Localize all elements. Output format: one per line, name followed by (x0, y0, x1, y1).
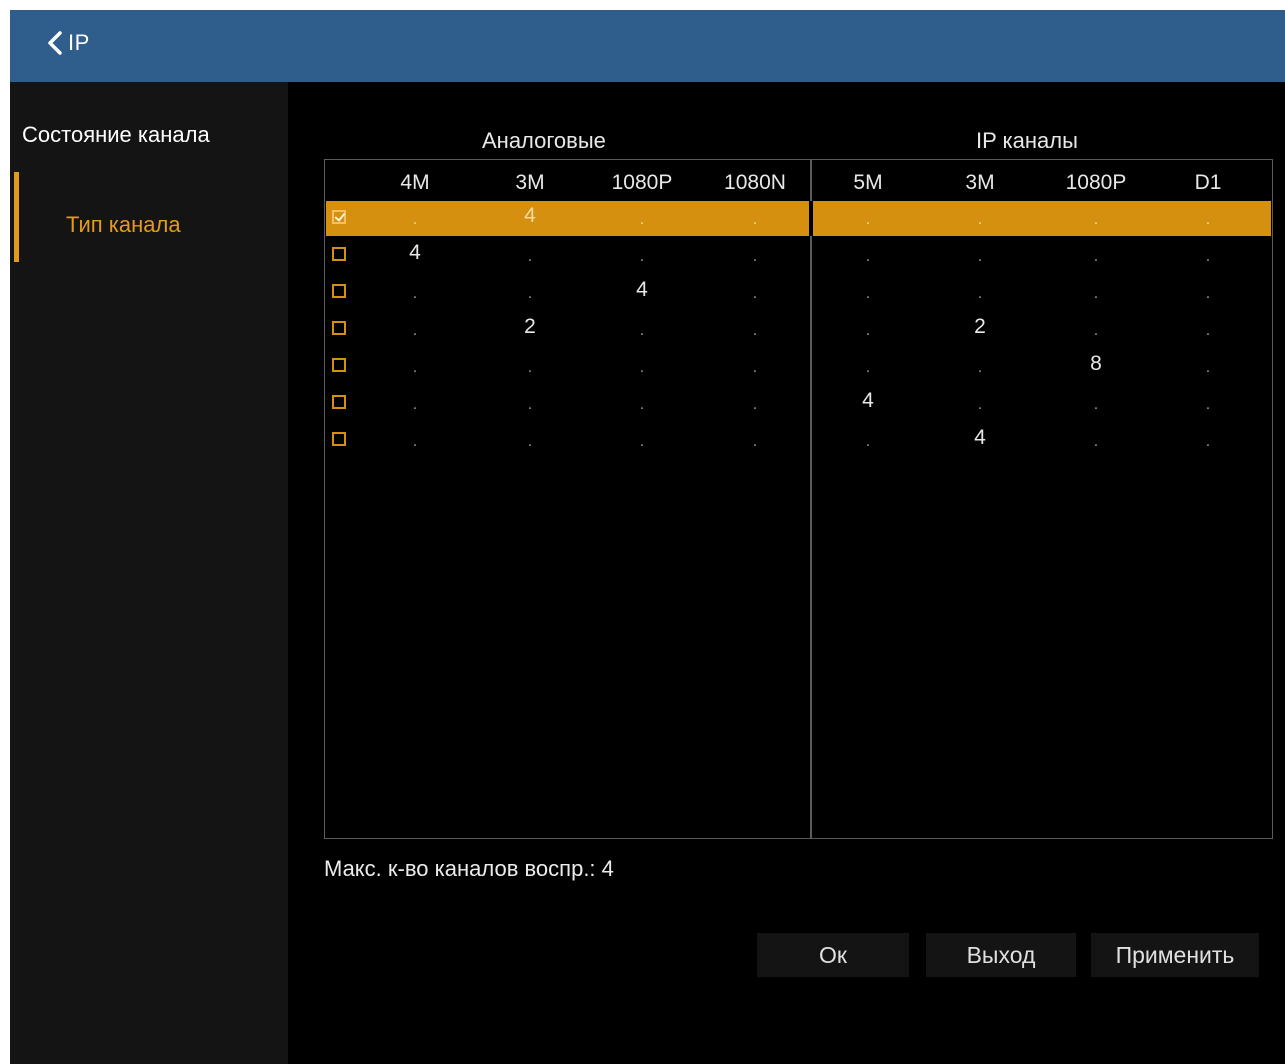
table-cell: . (412, 359, 418, 376)
table-cell: . (1205, 211, 1211, 228)
table-cell: . (977, 285, 983, 302)
table-cell: . (412, 322, 418, 339)
column-header: 4M (400, 171, 430, 194)
table-cell: . (639, 396, 645, 413)
table-cell: . (1205, 396, 1211, 413)
table-cell: . (752, 211, 758, 228)
column-header: 1080N (724, 171, 786, 194)
selected-row-divider (809, 201, 813, 236)
sidebar: Состояние канала Тип канала (10, 82, 288, 1064)
table-divider (810, 159, 812, 839)
row-checkbox[interactable] (332, 395, 346, 409)
table-cell: 2 (974, 315, 986, 338)
table-cell: . (639, 433, 645, 450)
table-cell: . (865, 211, 871, 228)
table-cell: . (752, 433, 758, 450)
exit-button[interactable]: Выход (926, 933, 1076, 977)
table-cell: . (1093, 396, 1099, 413)
selected-row-highlight[interactable] (326, 201, 1271, 236)
table-cell: . (527, 285, 533, 302)
column-header: 1080P (611, 171, 673, 194)
table-cell: 4 (409, 241, 421, 264)
table-cell: 4 (636, 278, 648, 301)
table-cell: . (865, 285, 871, 302)
group-title-analog: Аналоговые (482, 128, 606, 153)
table-cell: . (865, 248, 871, 265)
table-cell: . (977, 396, 983, 413)
row-checkbox[interactable] (332, 210, 346, 224)
top-bar: IP (10, 10, 1285, 82)
sidebar-section-title: Состояние канала (22, 122, 210, 147)
table-cell: . (527, 433, 533, 450)
table-cell: . (1205, 433, 1211, 450)
column-header: 5M (853, 171, 883, 194)
row-checkbox[interactable] (332, 284, 346, 298)
apply-button[interactable]: Применить (1091, 933, 1259, 977)
table-cell: 4 (862, 389, 874, 412)
table-cell: . (865, 359, 871, 376)
back-button[interactable]: IP (46, 30, 90, 56)
table-cell: . (527, 359, 533, 376)
table-cell: . (1205, 322, 1211, 339)
table-cell: . (977, 248, 983, 265)
page-title: IP (68, 30, 90, 55)
sidebar-item-channel-type[interactable]: Тип канала (66, 212, 181, 238)
column-header: 3M (515, 171, 545, 194)
table-cell: . (412, 285, 418, 302)
table-cell: . (865, 322, 871, 339)
table-cell: . (639, 359, 645, 376)
table-cell: . (1093, 211, 1099, 228)
table-cell: . (1205, 359, 1211, 376)
table-cell: 8 (1090, 352, 1102, 375)
channel-type-table (324, 159, 1273, 839)
column-header: D1 (1194, 171, 1222, 194)
table-cell: . (752, 322, 758, 339)
table-cell: . (527, 396, 533, 413)
table-cell: . (412, 433, 418, 450)
chevron-left-icon (48, 31, 62, 55)
table-cell: 4 (974, 426, 986, 449)
table-cell: . (412, 211, 418, 228)
table-cell: . (527, 248, 533, 265)
table-cell: . (977, 211, 983, 228)
ok-button[interactable]: Ок (757, 933, 909, 977)
column-header: 3M (965, 171, 995, 194)
table-cell: . (865, 433, 871, 450)
table-cell: . (1093, 433, 1099, 450)
row-checkbox[interactable] (332, 247, 346, 261)
max-playback-channels: Макс. к-во каналов воспр.: 4 (324, 856, 614, 881)
table-cell: . (752, 396, 758, 413)
table-cell: . (1093, 322, 1099, 339)
table-cell: . (1205, 285, 1211, 302)
table-cell: . (752, 248, 758, 265)
table-cell: . (1093, 285, 1099, 302)
table-cell: . (639, 322, 645, 339)
table-cell: . (752, 359, 758, 376)
table-cell: 2 (524, 315, 536, 338)
sidebar-active-indicator (14, 172, 19, 262)
table-cell: . (1093, 248, 1099, 265)
group-title-ip: IP каналы (976, 128, 1078, 153)
row-checkbox[interactable] (332, 432, 346, 446)
row-checkbox[interactable] (332, 321, 346, 335)
table-cell: . (752, 285, 758, 302)
table-cell: . (639, 248, 645, 265)
table-cell: . (977, 359, 983, 376)
table-cell: . (1205, 248, 1211, 265)
table-cell: . (639, 211, 645, 228)
table-cell: 4 (524, 204, 536, 227)
row-checkbox[interactable] (332, 358, 346, 372)
table-cell: . (412, 396, 418, 413)
column-header: 1080P (1065, 171, 1127, 194)
screen: IP Состояние канала Тип канала Аналоговы… (10, 10, 1285, 1064)
